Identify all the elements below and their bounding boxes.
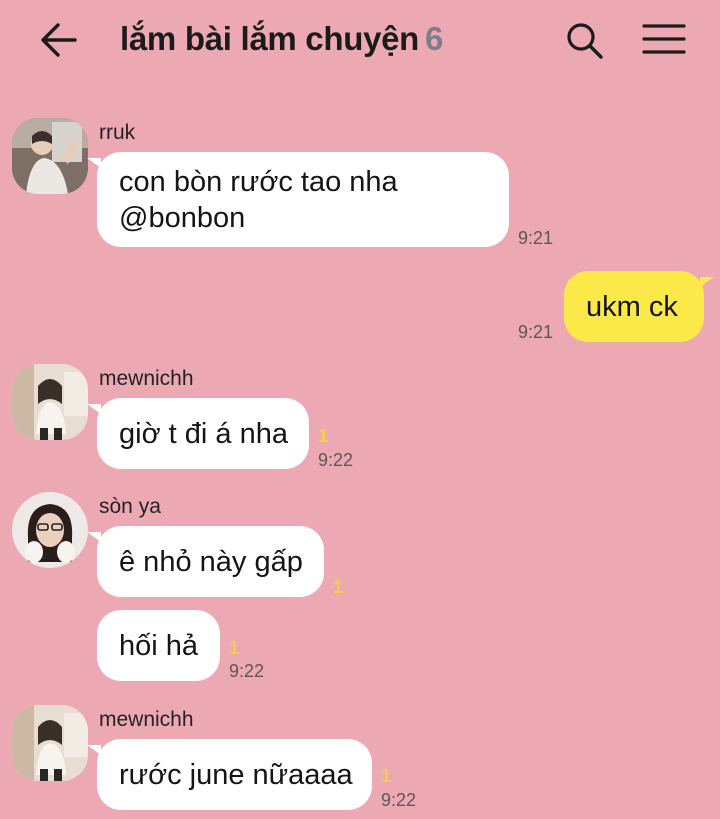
sender-name: mewnichh <box>99 708 194 731</box>
avatar[interactable] <box>12 705 88 781</box>
avatar[interactable] <box>12 364 88 440</box>
sender-name: mewnichh <box>99 367 194 390</box>
unread-count: 1 <box>318 426 329 446</box>
avatar[interactable] <box>12 492 88 568</box>
avatar-photo <box>12 492 88 568</box>
sender-name: sòn ya <box>99 495 161 518</box>
menu-button[interactable] <box>642 22 686 56</box>
unread-count: 1 <box>229 638 240 658</box>
member-count: 6 <box>425 20 444 57</box>
message-text: con bòn rước tao nha <box>119 165 398 198</box>
search-button[interactable] <box>564 20 604 60</box>
sender-name: rruk <box>99 121 136 144</box>
message-text: hối hả <box>119 629 199 662</box>
message-text: giờ t đi á nha <box>119 417 288 450</box>
arrow-left-icon <box>41 23 77 57</box>
search-icon <box>567 23 603 59</box>
message-time: 9:21 <box>518 322 554 342</box>
message-time: 9:22 <box>318 450 354 470</box>
message-text: ê nhỏ này gấp <box>119 545 303 578</box>
mention[interactable]: @bonbon <box>119 200 245 236</box>
avatar-photo <box>12 118 88 194</box>
chat-title: lắm bài lắm chuyện 6 <box>120 20 443 58</box>
message-bubble[interactable]: con bòn rước tao nha @bonbon <box>87 152 509 247</box>
unread-count: 1 <box>381 766 392 786</box>
back-button[interactable] <box>38 22 78 58</box>
hamburger-menu-icon <box>642 24 686 54</box>
unread-count: 1 <box>333 577 344 597</box>
message-text: ukm ck <box>586 290 678 323</box>
chat-name: lắm bài lắm chuyện <box>120 20 420 57</box>
message-bubble-own[interactable]: ukm ck <box>564 271 714 342</box>
message-bubble[interactable]: rước june nữaaaa <box>87 739 372 810</box>
message-bubble[interactable]: hối hả <box>97 610 220 681</box>
message-time: 9:21 <box>518 228 554 248</box>
message-bubble[interactable]: giờ t đi á nha <box>87 398 309 469</box>
avatar[interactable] <box>12 118 88 194</box>
chat-header: lắm bài lắm chuyện 6 <box>0 0 720 82</box>
message-text: rước june nữaaaa <box>119 758 353 791</box>
message-bubble[interactable]: ê nhỏ này gấp <box>87 526 324 597</box>
message-time: 9:22 <box>381 790 417 810</box>
avatar-photo <box>12 364 88 440</box>
avatar-photo <box>12 705 88 781</box>
message-time: 9:22 <box>229 661 265 681</box>
